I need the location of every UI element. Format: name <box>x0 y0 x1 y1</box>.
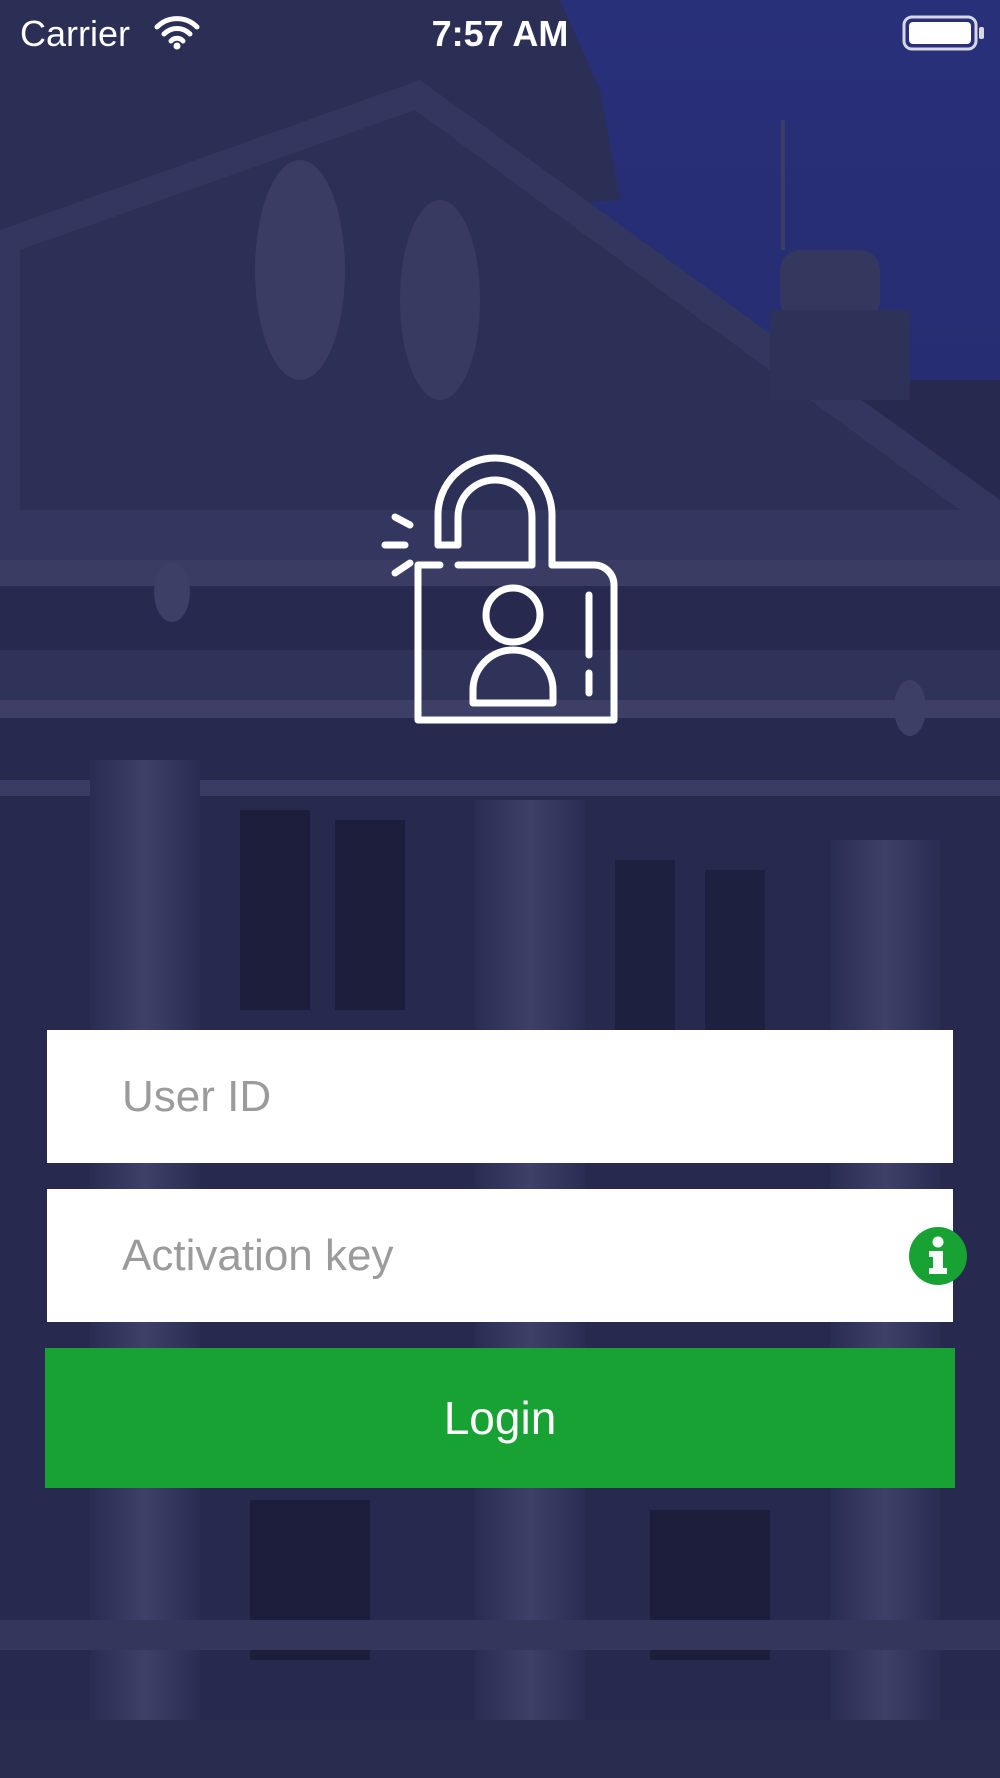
activation-key-field[interactable]: Activation key <box>47 1189 967 1322</box>
status-time: 7:57 AM <box>431 13 569 54</box>
login-screen: Carrier 7:57 AM User ID Activation key L… <box>0 0 1000 1778</box>
activation-key-placeholder: Activation key <box>122 1231 394 1280</box>
login-button[interactable]: Login <box>45 1348 955 1488</box>
unlock-user-icon <box>381 454 618 724</box>
battery-full-icon <box>902 15 984 51</box>
building-background-image <box>0 0 1000 1778</box>
info-icon[interactable] <box>909 1227 967 1285</box>
user-id-placeholder: User ID <box>122 1072 272 1121</box>
status-bar: Carrier 7:57 AM <box>0 0 1000 68</box>
user-id-field[interactable]: User ID <box>47 1030 953 1163</box>
